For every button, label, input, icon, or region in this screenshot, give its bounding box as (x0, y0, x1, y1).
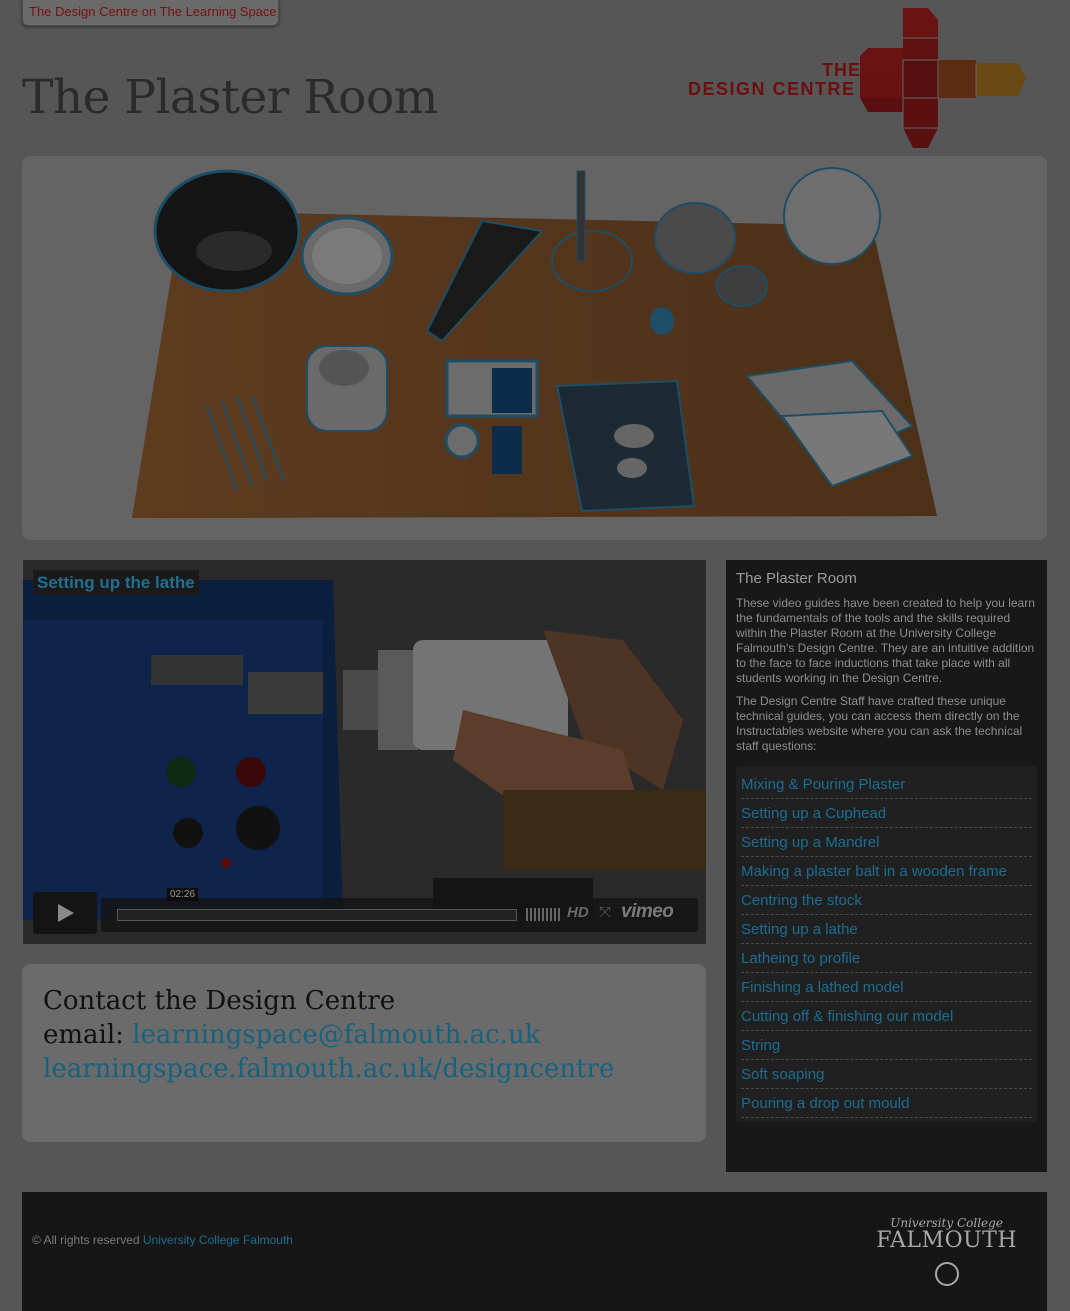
guide-link[interactable]: Finishing a lathed model (741, 973, 1032, 1002)
guide-link[interactable]: Latheing to profile (741, 944, 1032, 973)
ucf-link[interactable]: University College Falmouth (143, 1233, 293, 1247)
video-progress-track[interactable] (117, 909, 517, 921)
fullscreen-icon[interactable]: ⤧ (599, 904, 611, 921)
copyright-text: © All rights reserved (32, 1233, 140, 1247)
guide-link[interactable]: Cutting off & finishing our model (741, 1002, 1032, 1031)
design-centre-link[interactable]: The Design Centre on The Learning Space (22, 0, 279, 26)
contact-url-line: learningspace.falmouth.ac.uk/designcentr… (43, 1052, 685, 1086)
guide-link[interactable]: Mixing & Pouring Plaster (741, 770, 1032, 799)
sidebar-heading: The Plaster Room (736, 570, 857, 587)
guide-link[interactable]: Centring the stock (741, 886, 1032, 915)
contact-email-line: email: learningspace@falmouth.ac.uk (43, 1018, 685, 1052)
guide-link[interactable]: Setting up a lathe (741, 915, 1032, 944)
guide-link[interactable]: String (741, 1031, 1032, 1060)
guide-link[interactable]: Setting up a Cuphead (741, 799, 1032, 828)
sidebar-intro: These video guides have been created to … (736, 596, 1035, 685)
falmouth-logo[interactable]: University College FALMOUTH (876, 1216, 1017, 1286)
guide-link[interactable]: Setting up a Mandrel (741, 828, 1032, 857)
contact-heading: Contact the Design Centre (43, 986, 396, 1016)
falmouth-emblem-icon (934, 1262, 959, 1286)
sidebar-description: The Design Centre Staff have crafted the… (736, 694, 1023, 753)
video-control-bar: 02:26 HD ⤧ vimeo (101, 888, 698, 932)
logo-text-design-centre: DESIGN CENTRE (688, 79, 856, 99)
sidebar: The Plaster Room These video guides have… (726, 560, 1047, 1172)
logo-falmouth: FALMOUTH (876, 1228, 1017, 1253)
contact-box: Contact the Design Centre email: learnin… (22, 964, 706, 1142)
email-label: email: (43, 1020, 124, 1050)
email-link[interactable]: learningspace@falmouth.ac.uk (132, 1020, 540, 1050)
guide-list: Mixing & Pouring Plaster Setting up a Cu… (736, 766, 1037, 1122)
video-player[interactable]: Setting up the lathe 02:26 HD ⤧ vimeo (23, 560, 706, 944)
guide-link[interactable]: Pouring a drop out mould (741, 1089, 1032, 1118)
page-title: The Plaster Room (22, 70, 438, 125)
video-title[interactable]: Setting up the lathe (33, 570, 199, 595)
logo-text-the: THE (822, 60, 861, 80)
vimeo-logo[interactable]: vimeo (621, 901, 674, 923)
volume-icon[interactable] (526, 908, 560, 921)
video-timecode: 02:26 (167, 888, 199, 901)
footer: © All rights reserved University College… (22, 1192, 1047, 1311)
guide-link[interactable]: Making a plaster balt in a wooden frame (741, 857, 1032, 886)
hero-image (22, 156, 1047, 540)
video-controls: 02:26 HD ⤧ vimeo (33, 888, 698, 934)
hd-toggle[interactable]: HD (567, 904, 589, 921)
play-icon[interactable] (33, 892, 97, 934)
website-link[interactable]: learningspace.falmouth.ac.uk/designcentr… (43, 1054, 614, 1084)
guide-link[interactable]: Soft soaping (741, 1060, 1032, 1089)
copyright: © All rights reserved University College… (32, 1233, 293, 1247)
design-centre-logo: THE DESIGN CENTRE (688, 8, 1033, 150)
